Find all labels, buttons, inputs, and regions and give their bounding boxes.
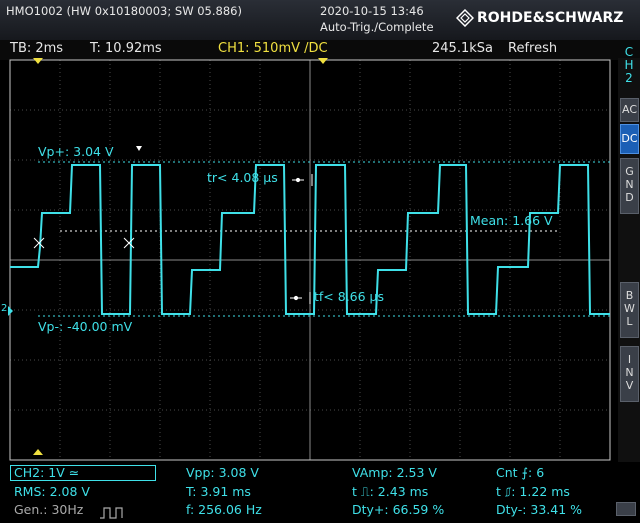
count-value: Cnt ⨍: 6	[496, 465, 545, 480]
trigger-position-marker-icon[interactable]	[33, 449, 43, 455]
vpp-value: Vpp: 3.08 V	[186, 465, 259, 480]
channel-marker-label: 2	[1, 303, 8, 314]
rms-value: RMS: 2.08 V	[14, 484, 90, 499]
vamp-value: VAmp: 2.53 V	[352, 465, 437, 480]
waveform-display	[8, 58, 611, 461]
cursor-marker-icon	[136, 146, 142, 151]
duty-positive-value: Dty+: 66.59 %	[352, 502, 445, 517]
fall-time-label: tf< 8.66 µs	[314, 289, 385, 304]
period-value: T: 3.91 ms	[186, 484, 251, 499]
channel2-setting[interactable]: CH2: 1V ≃	[10, 465, 156, 481]
edge-crosshair-icon	[33, 237, 135, 249]
negative-width-value: t ⎎: 1.22 ms	[496, 484, 570, 499]
fall-marker-icon	[290, 292, 311, 304]
square-wave-icon	[100, 504, 124, 523]
vp-plus-label: Vp+: 3.04 V	[38, 144, 114, 159]
menu-toggle-icon[interactable]	[616, 502, 636, 516]
mean-label: Mean: 1.66 V	[470, 213, 553, 228]
rise-marker-icon	[292, 174, 313, 186]
center-axes	[10, 60, 610, 460]
positive-width-value: t ⎍: 2.43 ms	[352, 484, 429, 499]
measurement-panel: CH2: 1V ≃ RMS: 2.08 V Gen.: 30Hz Vpp: 3.…	[0, 462, 640, 520]
frequency-value: f: 256.06 Hz	[186, 502, 262, 517]
duty-negative-value: Dty-: 33.41 %	[496, 502, 583, 517]
generator-value: Gen.: 30Hz	[14, 502, 84, 517]
trigger-level-marker-icon	[318, 58, 328, 64]
rise-time-label: tr< 4.08 µs	[207, 170, 278, 185]
trigger-top-marker-icon	[33, 58, 43, 64]
vp-minus-label: Vp-: -40.00 mV	[38, 319, 133, 334]
